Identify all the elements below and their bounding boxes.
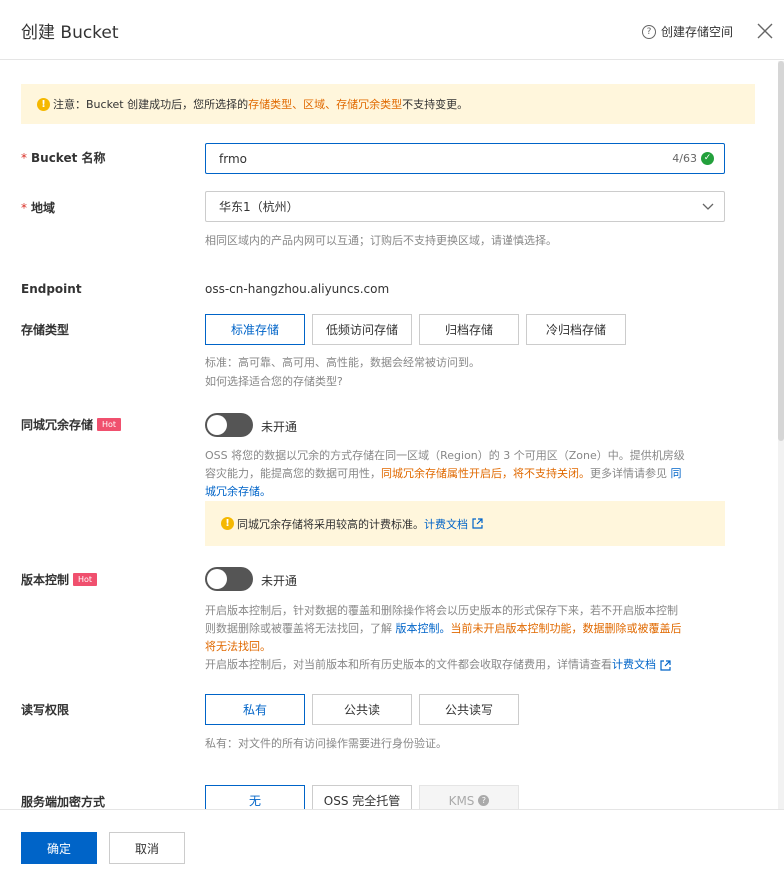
zrs-doc-link[interactable]: 同 (671, 467, 682, 480)
hot-badge: Hot (73, 573, 98, 586)
immutable-notice: ! 注意：Bucket 创建成功后，您所选择的 存储类型、区域、存储冗余类型 不… (21, 84, 755, 124)
zrs-label: 同城冗余存储 Hot (21, 416, 122, 433)
storage-class-guide-link[interactable]: 如何选择适合您的存储类型? (205, 373, 343, 391)
warning-icon: ! (37, 97, 50, 111)
storage-class-standard[interactable]: 标准存储 (205, 314, 305, 345)
help-link-label: 创建存储空间 (661, 25, 734, 39)
bucket-name-value: frmo (219, 151, 247, 166)
acl-help: 私有：对文件的所有访问操作需要进行身份验证。 (205, 737, 447, 750)
close-icon[interactable] (756, 22, 774, 40)
acl-private[interactable]: 私有 (205, 694, 305, 725)
zrs-description: OSS 将您的数据以冗余的方式存储在同一区域（Region）的 3 个可用区（Z… (205, 449, 685, 498)
storage-class-label: 存储类型 (21, 323, 70, 337)
zrs-doc-link-cont[interactable]: 城冗余存储。 (205, 485, 271, 498)
versioning-label: 版本控制 Hot (21, 571, 98, 588)
zrs-status: 未开通 (261, 420, 298, 434)
dialog-header: 创建 Bucket ? 创建存储空间 (0, 0, 784, 60)
region-help: 相同区域内的产品内网可以互通；订购后不支持更换区域，请谨慎选择。 (205, 234, 557, 247)
encryption-kms: KMS ? (419, 785, 519, 809)
acl-public-read-write[interactable]: 公共读写 (419, 694, 519, 725)
dialog-footer: 确定 取消 (0, 809, 784, 876)
help-circle-icon: ? (642, 24, 656, 39)
zrs-toggle[interactable] (205, 413, 253, 437)
encryption-label: 服务端加密方式 (21, 795, 106, 809)
encryption-none[interactable]: 无 (205, 785, 305, 809)
create-bucket-help-link[interactable]: ? 创建存储空间 (642, 23, 733, 40)
scrollbar-thumb[interactable] (778, 61, 784, 441)
cancel-button[interactable]: 取消 (109, 832, 185, 864)
versioning-description: 开启版本控制后，针对数据的覆盖和删除操作将会以历史版本的形式保存下来，若不开启版… (205, 602, 745, 674)
encryption-oss-managed[interactable]: OSS 完全托管 (312, 785, 412, 809)
endpoint-value: oss-cn-hangzhou.aliyuncs.com (205, 282, 390, 296)
bucket-name-counter: 4/63 (672, 152, 697, 165)
external-link-icon (660, 659, 671, 671)
region-value: 华东1（杭州） (219, 200, 299, 214)
region-label: * 地域 (21, 200, 56, 216)
storage-class-help: 标准：高可靠、高可用、高性能，数据会经常被访问到。 (205, 356, 480, 369)
endpoint-label: Endpoint (21, 282, 82, 296)
chevron-down-icon (702, 203, 714, 210)
bucket-name-label: * Bucket 名称 (21, 150, 106, 166)
zrs-billing-notice: ! 同城冗余存储将采用较高的计费标准。 计费文档 (205, 501, 725, 546)
acl-public-read[interactable]: 公共读 (312, 694, 412, 725)
storage-class-ia[interactable]: 低频访问存储 (312, 314, 412, 345)
versioning-billing-link[interactable]: 计费文档 (612, 656, 656, 674)
acl-label: 读写权限 (21, 703, 70, 717)
storage-class-archive[interactable]: 归档存储 (419, 314, 519, 345)
notice-highlight: 存储类型、区域、存储冗余类型 (248, 98, 403, 111)
versioning-doc-link[interactable]: 版本控制。 (396, 622, 451, 635)
external-link-icon (472, 518, 483, 529)
versioning-toggle[interactable] (205, 567, 253, 591)
zrs-billing-link[interactable]: 计费文档 (424, 516, 468, 532)
confirm-button[interactable]: 确定 (21, 832, 97, 864)
versioning-status: 未开通 (261, 574, 298, 588)
region-select[interactable]: 华东1（杭州） (205, 191, 725, 222)
notice-suffix: 不支持变更。 (402, 98, 469, 111)
dialog-title: 创建 Bucket (21, 23, 119, 43)
storage-class-cold-archive[interactable]: 冷归档存储 (526, 314, 626, 345)
bucket-name-input[interactable]: frmo 4/63 ✓ (205, 143, 725, 174)
notice-prefix: 注意：Bucket 创建成功后，您所选择的 (53, 98, 249, 111)
check-circle-icon: ✓ (701, 152, 714, 165)
warning-icon: ! (221, 517, 234, 530)
hot-badge: Hot (97, 418, 122, 431)
help-circle-icon: ? (478, 795, 490, 806)
form-body[interactable]: ! 注意：Bucket 创建成功后，您所选择的 存储类型、区域、存储冗余类型 不… (0, 61, 784, 809)
